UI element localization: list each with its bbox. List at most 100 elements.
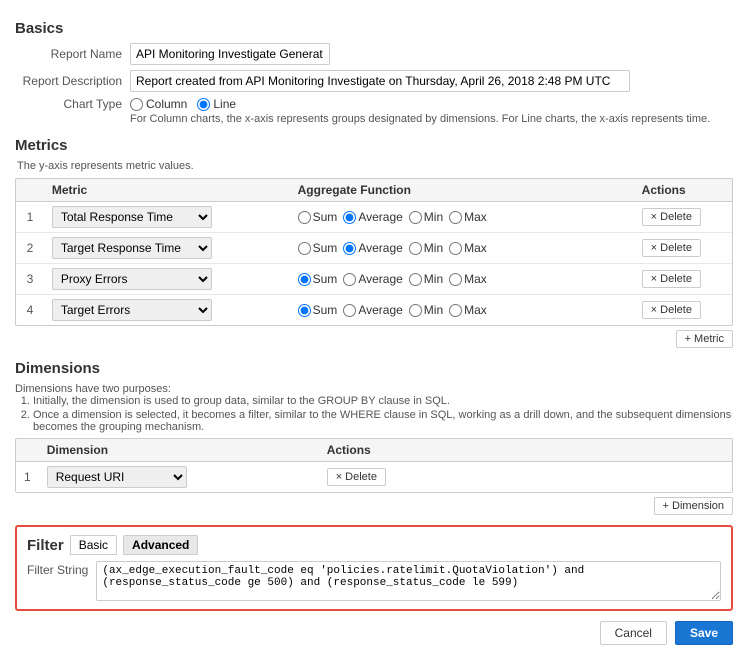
filter-title: Filter — [27, 537, 64, 554]
dimension-select[interactable]: Request URI — [47, 466, 187, 488]
max-label[interactable]: Max — [449, 303, 487, 317]
metrics-section: Metrics The y-axis represents metric val… — [15, 137, 733, 348]
basics-section: Basics Report Name Report Description Ch… — [15, 20, 733, 125]
min-label[interactable]: Min — [409, 272, 443, 286]
dimensions-header-row: Dimension Actions — [16, 439, 732, 462]
avg-label[interactable]: Average — [343, 210, 402, 224]
metric-cell: Target Errors — [44, 295, 290, 326]
metric-cell: Proxy Errors — [44, 264, 290, 295]
table-row: 1 Total Response Time Sum Average Min Ma… — [16, 202, 732, 233]
metric-select[interactable]: Total Response Time — [52, 206, 212, 228]
max-label[interactable]: Max — [449, 272, 487, 286]
dimensions-desc: Dimensions have two purposes: Initially,… — [15, 383, 733, 433]
delete-metric-button[interactable]: × Delete — [642, 239, 701, 257]
chart-type-label: Chart Type — [15, 97, 130, 111]
metric-cell: Target Response Time — [44, 233, 290, 264]
avg-radio[interactable] — [343, 242, 356, 255]
max-label[interactable]: Max — [449, 241, 487, 255]
sum-label[interactable]: Sum — [298, 241, 338, 255]
metrics-subtitle: The y-axis represents metric values. — [17, 160, 733, 172]
report-desc-row: Report Description — [15, 70, 733, 92]
sum-radio[interactable] — [298, 242, 311, 255]
cancel-button[interactable]: Cancel — [600, 621, 667, 645]
add-dimension-row: + Dimension — [15, 497, 733, 515]
dimensions-title: Dimensions — [15, 360, 733, 377]
delete-metric-button[interactable]: × Delete — [642, 208, 701, 226]
advanced-tab[interactable]: Advanced — [123, 535, 198, 555]
line-radio-label[interactable]: Line — [197, 97, 236, 111]
row-num: 3 — [16, 264, 44, 295]
max-radio[interactable] — [449, 304, 462, 317]
dim-actions-cell: × Delete — [319, 462, 732, 493]
filter-string-row: Filter String (ax_edge_execution_fault_c… — [27, 561, 721, 601]
dim-actions-col-header: Actions — [319, 439, 732, 462]
list-item: Initially, the dimension is used to grou… — [33, 395, 733, 407]
sum-radio[interactable] — [298, 273, 311, 286]
min-label[interactable]: Min — [409, 241, 443, 255]
column-label: Column — [146, 97, 187, 111]
metric-cell: Total Response Time — [44, 202, 290, 233]
add-dimension-button[interactable]: + Dimension — [654, 497, 733, 515]
basic-tab[interactable]: Basic — [70, 535, 117, 555]
metrics-num-header — [16, 179, 44, 202]
avg-label[interactable]: Average — [343, 303, 402, 317]
metric-select[interactable]: Target Errors — [52, 299, 212, 321]
metrics-header-row: Metric Aggregate Function Actions — [16, 179, 732, 202]
delete-metric-button[interactable]: × Delete — [642, 301, 701, 319]
metric-select[interactable]: Proxy Errors — [52, 268, 212, 290]
actions-cell: × Delete — [634, 202, 732, 233]
metric-select[interactable]: Target Response Time — [52, 237, 212, 259]
save-button[interactable]: Save — [675, 621, 733, 645]
actions-cell: × Delete — [634, 233, 732, 264]
column-radio-label[interactable]: Column — [130, 97, 187, 111]
min-radio[interactable] — [409, 304, 422, 317]
add-metric-button[interactable]: + Metric — [676, 330, 733, 348]
list-item: Once a dimension is selected, it becomes… — [33, 409, 733, 433]
report-name-input[interactable] — [130, 43, 330, 65]
agg-cell: Sum Average Min Max — [290, 295, 634, 326]
min-label[interactable]: Min — [409, 210, 443, 224]
dim-num-header — [16, 439, 39, 462]
avg-label[interactable]: Average — [343, 241, 402, 255]
actions-col-header: Actions — [634, 179, 732, 202]
dimensions-table-container: Dimension Actions 1 Request URI × Delete — [15, 438, 733, 493]
metric-col-header: Metric — [44, 179, 290, 202]
sum-label[interactable]: Sum — [298, 272, 338, 286]
filter-string-label: Filter String — [27, 561, 88, 577]
agg-options: Sum Average Min Max — [298, 303, 626, 317]
avg-radio[interactable] — [343, 211, 356, 224]
delete-dimension-button[interactable]: × Delete — [327, 468, 386, 486]
filter-string-textarea[interactable]: (ax_edge_execution_fault_code eq 'polici… — [96, 561, 721, 601]
sum-label[interactable]: Sum — [298, 303, 338, 317]
metrics-tbody: 1 Total Response Time Sum Average Min Ma… — [16, 202, 732, 326]
line-radio[interactable] — [197, 98, 210, 111]
dimension-cell: Request URI — [39, 462, 319, 493]
avg-label[interactable]: Average — [343, 272, 402, 286]
agg-options: Sum Average Min Max — [298, 241, 626, 255]
add-metric-row: + Metric — [15, 330, 733, 348]
report-desc-input[interactable] — [130, 70, 630, 92]
min-radio[interactable] — [409, 242, 422, 255]
max-radio[interactable] — [449, 273, 462, 286]
sum-label[interactable]: Sum — [298, 210, 338, 224]
agg-cell: Sum Average Min Max — [290, 233, 634, 264]
max-radio[interactable] — [449, 211, 462, 224]
column-radio[interactable] — [130, 98, 143, 111]
avg-radio[interactable] — [343, 273, 356, 286]
row-num: 1 — [16, 202, 44, 233]
max-radio[interactable] — [449, 242, 462, 255]
agg-col-header: Aggregate Function — [290, 179, 634, 202]
min-radio[interactable] — [409, 211, 422, 224]
min-label[interactable]: Min — [409, 303, 443, 317]
actions-cell: × Delete — [634, 295, 732, 326]
max-label[interactable]: Max — [449, 210, 487, 224]
report-desc-label: Report Description — [15, 74, 130, 88]
dim-desc-intro: Dimensions have two purposes: — [15, 383, 171, 395]
min-radio[interactable] — [409, 273, 422, 286]
basics-title: Basics — [15, 20, 733, 37]
filter-section: Filter Basic Advanced Filter String (ax_… — [15, 525, 733, 611]
sum-radio[interactable] — [298, 304, 311, 317]
delete-metric-button[interactable]: × Delete — [642, 270, 701, 288]
sum-radio[interactable] — [298, 211, 311, 224]
avg-radio[interactable] — [343, 304, 356, 317]
